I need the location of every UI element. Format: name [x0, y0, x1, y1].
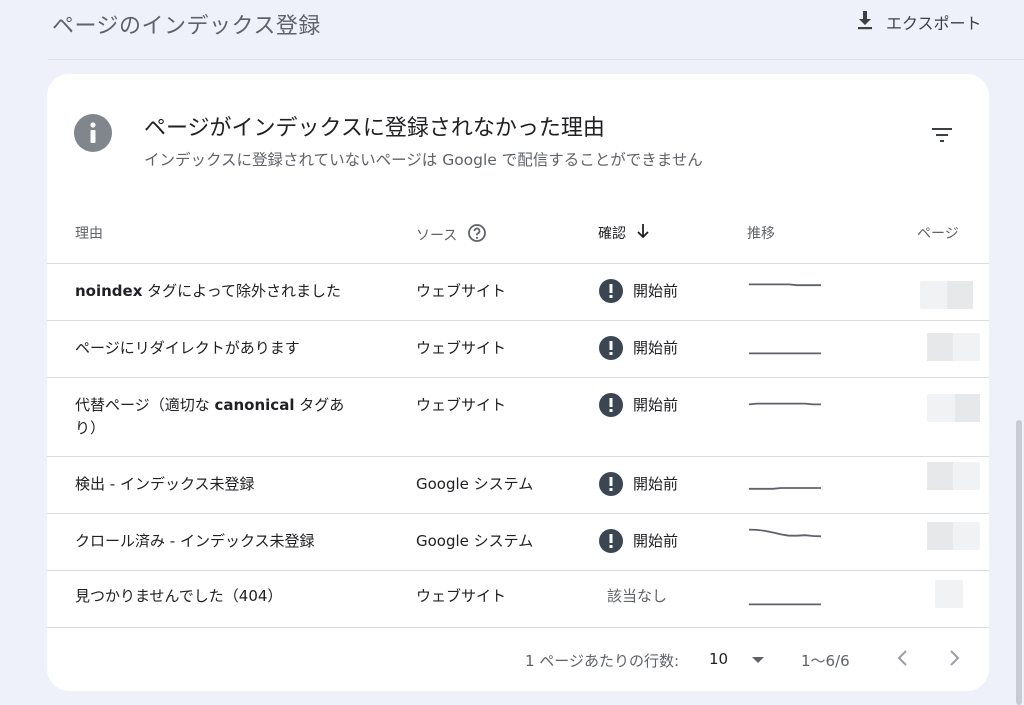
table-row[interactable]: 代替ページ（適切な canonical タグあり） ウェブサイト 開始前 — [47, 378, 989, 457]
caret-down-icon — [752, 650, 765, 668]
pages-count-redacted — [927, 462, 980, 490]
source-cell: ウェブサイト — [416, 339, 507, 357]
validation-cell: 開始前 — [599, 336, 678, 360]
table-row[interactable]: 見つかりませんでした（404） ウェブサイト 該当なし — [47, 571, 989, 628]
table-header: 理由 ソース 確認 推移 ページ — [47, 206, 989, 264]
column-header-trend-label: 推移 — [747, 226, 775, 242]
exclamation-circle-icon — [599, 529, 623, 553]
filter-button[interactable] — [927, 124, 957, 150]
column-header-source-label: ソース — [416, 228, 458, 244]
validation-cell: 開始前 — [599, 472, 678, 496]
reason-cell: 検出 - インデックス未登録 — [75, 475, 255, 493]
reason-cell: noindex タグによって除外されました — [75, 280, 365, 303]
validation-cell: 該当なし — [607, 585, 667, 608]
reason-cell: 見つかりませんでした（404） — [75, 587, 283, 605]
exclamation-circle-icon — [599, 336, 623, 360]
pagination-footer: 1 ページあたりの行数: 10 1〜6/6 — [47, 628, 989, 691]
card-subtitle: インデックスに登録されていないページは Google で配信することができません — [144, 151, 703, 169]
download-icon — [856, 10, 874, 34]
trend-line — [748, 528, 822, 538]
status-text: 開始前 — [633, 395, 679, 414]
status-text: 開始前 — [633, 338, 679, 357]
exclamation-circle-icon — [599, 279, 623, 303]
export-label: エクスポート — [886, 14, 982, 33]
table-row[interactable]: noindex タグによって除外されました ウェブサイト 開始前 — [47, 264, 989, 321]
column-header-validation-label: 確認 — [598, 226, 626, 242]
column-header-validation[interactable]: 確認 — [598, 223, 650, 243]
page-scrollbar[interactable] — [1016, 420, 1022, 705]
source-cell: ウェブサイト — [416, 396, 507, 414]
export-button[interactable]: エクスポート — [856, 8, 982, 36]
exclamation-circle-icon — [599, 472, 623, 496]
card-title: ページがインデックスに登録されなかった理由 — [144, 116, 605, 141]
column-header-pages[interactable]: ページ — [917, 223, 959, 243]
table-row[interactable]: ページにリダイレクトがあります ウェブサイト 開始前 — [47, 321, 989, 378]
pages-count-redacted — [927, 333, 980, 361]
trend-line — [749, 487, 821, 490]
table-row[interactable]: 検出 - インデックス未登録 Google システム 開始前 — [47, 457, 989, 514]
chevron-left-icon — [893, 650, 913, 674]
trend-sparkline — [749, 283, 821, 287]
source-cell: ウェブサイト — [416, 282, 507, 300]
info-icon — [74, 114, 112, 152]
reason-cell: 代替ページ（適切な canonical タグあり） — [75, 394, 360, 440]
top-bar: ページのインデックス登録 エクスポート — [0, 0, 1024, 60]
rows-per-page-select[interactable]: 10 — [709, 650, 765, 668]
not-indexed-reasons-card: ページがインデックスに登録されなかった理由 インデックスに登録されていないページ… — [47, 74, 989, 691]
source-cell: Google システム — [416, 532, 534, 550]
reason-text: タグによって除外されました — [142, 282, 341, 300]
reason-text: 代替ページ（適切な — [75, 396, 215, 414]
trend-line — [748, 402, 821, 406]
trend-sparkline — [748, 528, 822, 538]
rows-per-page-value: 10 — [709, 650, 729, 668]
trend-sparkline — [749, 603, 821, 606]
pages-count-redacted — [927, 394, 980, 422]
trend-sparkline — [749, 487, 821, 490]
help-circle-icon[interactable] — [467, 223, 487, 247]
trend-sparkline — [748, 402, 821, 406]
validation-cell: 開始前 — [599, 529, 678, 553]
page-title: ページのインデックス登録 — [52, 14, 321, 39]
column-header-reason-label: 理由 — [75, 226, 103, 242]
trend-line — [749, 283, 821, 287]
validation-cell: 開始前 — [599, 393, 678, 417]
column-header-source[interactable]: ソース — [416, 223, 487, 247]
reason-keyword: canonical — [214, 396, 295, 414]
source-cell: ウェブサイト — [416, 587, 507, 605]
table-row[interactable]: クロール済み - インデックス未登録 Google システム 開始前 — [47, 514, 989, 571]
pages-count-redacted — [927, 522, 980, 550]
reason-keyword: noindex — [75, 282, 143, 300]
arrow-down-icon — [636, 223, 650, 243]
header-divider — [48, 59, 1024, 60]
trend-sparkline — [749, 352, 821, 355]
column-header-trend[interactable]: 推移 — [747, 223, 775, 243]
status-text: 該当なし — [607, 587, 668, 605]
column-header-reason[interactable]: 理由 — [75, 223, 103, 243]
status-text: 開始前 — [633, 474, 679, 493]
pages-count-redacted — [920, 281, 973, 309]
next-page-button[interactable] — [944, 646, 964, 674]
status-text: 開始前 — [633, 531, 679, 550]
filter-icon — [931, 127, 953, 147]
pages-count-redacted — [935, 580, 963, 608]
chevron-right-icon — [944, 650, 964, 674]
validation-cell: 開始前 — [599, 279, 678, 303]
column-header-pages-label: ページ — [917, 226, 959, 242]
pagination-range: 1〜6/6 — [801, 652, 850, 670]
source-cell: Google システム — [416, 475, 534, 493]
reason-cell: ページにリダイレクトがあります — [75, 339, 300, 357]
rows-per-page-label: 1 ページあたりの行数: — [525, 652, 680, 670]
reason-cell: クロール済み - インデックス未登録 — [75, 532, 315, 550]
previous-page-button[interactable] — [893, 646, 913, 674]
exclamation-circle-icon — [599, 393, 623, 417]
status-text: 開始前 — [633, 281, 679, 300]
